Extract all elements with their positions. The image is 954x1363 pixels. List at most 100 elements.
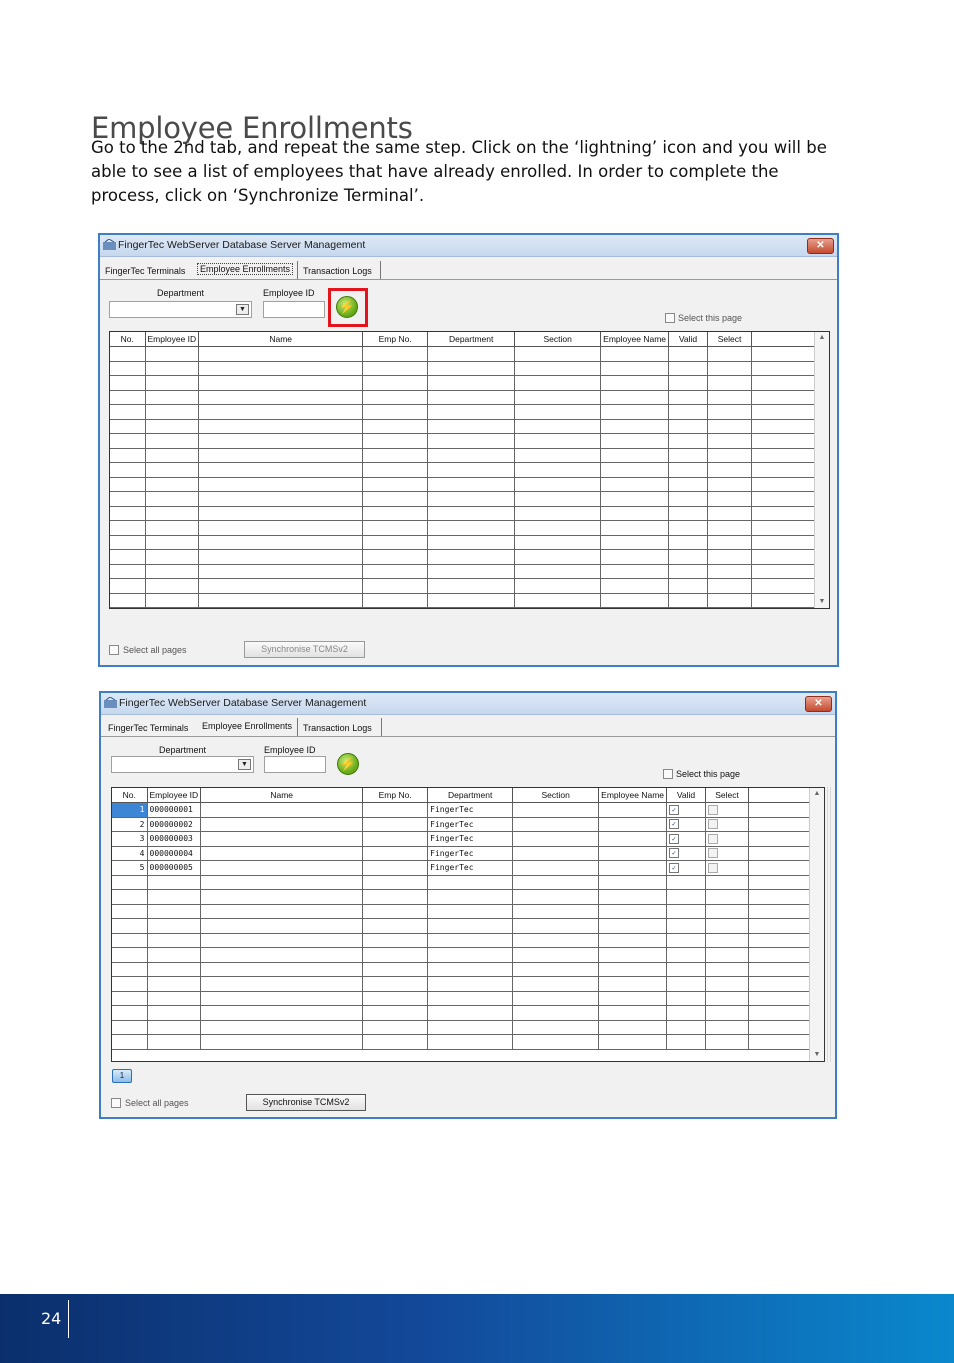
table-cell[interactable] (598, 1005, 668, 1021)
table-cell[interactable] (145, 390, 200, 405)
table-cell[interactable] (145, 578, 200, 594)
table-cell[interactable] (600, 346, 670, 362)
table-cell[interactable] (362, 976, 429, 992)
table-cell[interactable] (751, 390, 822, 405)
table-cell[interactable] (598, 991, 668, 1006)
close-button[interactable]: ✕ (805, 696, 832, 712)
table-cell[interactable] (600, 448, 670, 463)
table-row[interactable] (112, 976, 817, 992)
col-employee-id[interactable]: Employee ID (145, 332, 200, 347)
synchronise-button[interactable]: Synchronise TCMSv2 (246, 1094, 366, 1111)
table-cell[interactable] (668, 346, 709, 362)
employee-id-input[interactable] (263, 301, 325, 318)
select-checkbox[interactable] (708, 804, 719, 815)
valid-checkbox[interactable]: ✓ (669, 819, 680, 830)
table-cell[interactable] (748, 962, 817, 977)
table-cell[interactable] (748, 976, 817, 992)
table-cell[interactable] (598, 860, 668, 876)
table-cell[interactable] (110, 593, 146, 608)
table-cell[interactable] (666, 875, 707, 890)
table-row[interactable] (110, 477, 822, 492)
table-cell[interactable] (668, 564, 709, 579)
table-row[interactable] (110, 346, 822, 362)
table-cell[interactable]: FingerTec (427, 831, 514, 847)
table-cell[interactable] (707, 564, 753, 579)
table-row[interactable] (110, 462, 822, 478)
table-cell[interactable] (145, 361, 200, 376)
table-cell[interactable] (110, 404, 146, 420)
table-cell[interactable] (198, 535, 364, 550)
table-cell[interactable] (512, 831, 600, 847)
table-cell[interactable] (362, 404, 429, 420)
scroll-up-icon[interactable]: ▲ (810, 788, 824, 800)
table-cell[interactable] (705, 991, 750, 1006)
table-cell[interactable] (112, 918, 148, 934)
table-cell[interactable] (707, 535, 753, 550)
table-cell[interactable] (598, 933, 668, 948)
table-cell[interactable] (427, 578, 516, 594)
table-cell[interactable] (666, 947, 707, 963)
table-cell[interactable] (598, 875, 668, 890)
table-cell[interactable] (751, 375, 822, 391)
table-cell[interactable] (705, 947, 750, 963)
table-cell[interactable] (362, 419, 429, 434)
table-cell[interactable] (147, 976, 202, 992)
table-cell[interactable] (198, 491, 364, 507)
table-cell[interactable] (198, 346, 364, 362)
table-cell[interactable] (198, 506, 364, 521)
table-cell[interactable] (751, 346, 822, 362)
table-cell[interactable] (200, 947, 364, 963)
table-cell[interactable] (748, 802, 817, 818)
table-cell[interactable] (362, 375, 429, 391)
table-cell[interactable] (112, 1020, 148, 1035)
select-page-checkbox[interactable] (663, 769, 673, 779)
table-cell[interactable] (110, 346, 146, 362)
select-checkbox[interactable] (708, 819, 719, 830)
table-cell[interactable] (514, 506, 602, 521)
table-cell[interactable] (751, 433, 822, 449)
table-cell[interactable] (751, 361, 822, 376)
table-cell[interactable] (668, 419, 709, 434)
table-cell[interactable] (668, 390, 709, 405)
table-row[interactable] (112, 875, 817, 890)
table-cell[interactable] (200, 1020, 364, 1035)
table-row[interactable] (110, 404, 822, 420)
table-row[interactable] (112, 904, 817, 919)
table-row[interactable] (110, 433, 822, 449)
table-cell[interactable] (200, 831, 364, 847)
table-cell[interactable] (147, 962, 202, 977)
table-cell[interactable] (514, 564, 602, 579)
table-cell[interactable] (707, 361, 753, 376)
chevron-down-icon[interactable]: ▼ (238, 759, 251, 770)
table-row[interactable] (112, 889, 817, 905)
table-cell[interactable] (705, 1034, 750, 1050)
table-cell[interactable] (362, 933, 429, 948)
table-cell[interactable] (427, 947, 514, 963)
table-cell[interactable]: FingerTec (427, 817, 514, 832)
table-cell[interactable] (362, 520, 429, 536)
table-cell[interactable] (705, 1020, 750, 1035)
table-cell[interactable] (600, 361, 670, 376)
table-cell[interactable]: 000000004 (147, 846, 202, 861)
valid-checkbox[interactable]: ✓ (669, 833, 680, 844)
col-select[interactable]: Select (707, 332, 753, 347)
table-cell[interactable]: 4 (112, 846, 148, 861)
select-all-checkbox[interactable] (109, 645, 119, 655)
table-cell[interactable] (748, 817, 817, 832)
table-cell[interactable]: ✓ (666, 817, 707, 832)
table-cell[interactable] (514, 549, 602, 565)
table-cell[interactable] (200, 976, 364, 992)
table-cell[interactable] (705, 962, 750, 977)
table-cell[interactable] (110, 535, 146, 550)
table-row[interactable] (112, 1020, 817, 1035)
table-cell[interactable] (362, 1005, 429, 1021)
table-cell[interactable] (600, 506, 670, 521)
synchronise-button[interactable]: Synchronise TCMSv2 (244, 641, 365, 658)
table-cell[interactable] (512, 1005, 600, 1021)
table-cell[interactable] (110, 506, 146, 521)
table-cell[interactable] (198, 578, 364, 594)
table-cell[interactable] (110, 477, 146, 492)
table-cell[interactable] (427, 419, 516, 434)
table-cell[interactable] (600, 578, 670, 594)
department-select[interactable]: ▼ (109, 301, 252, 318)
